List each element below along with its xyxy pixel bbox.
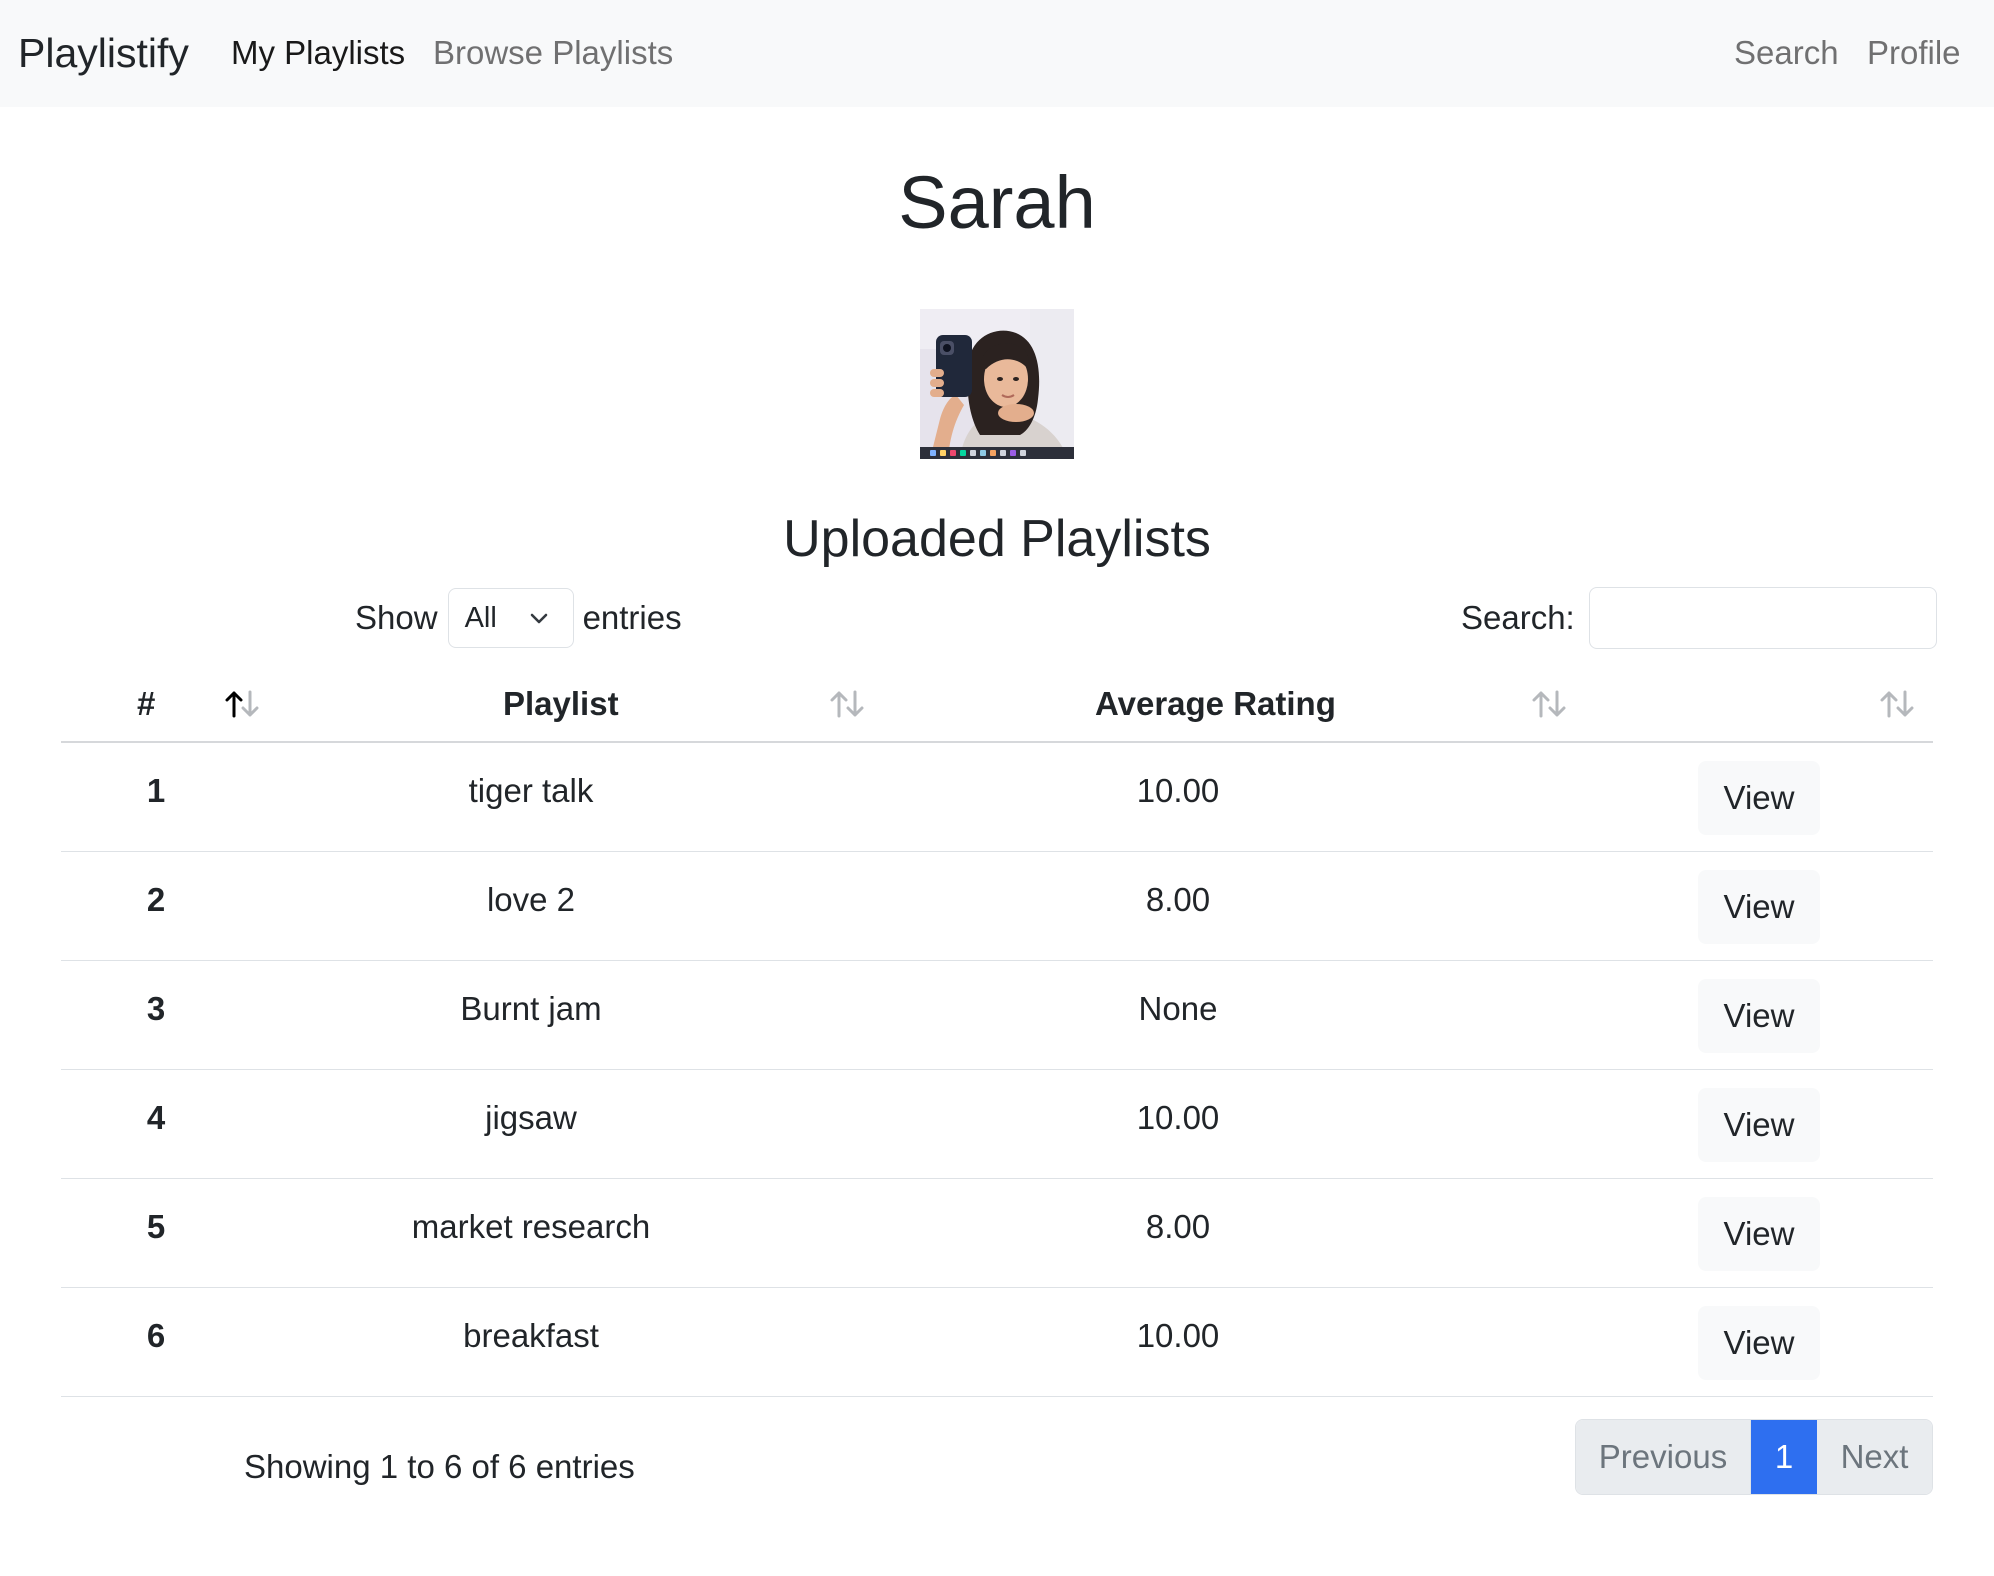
entries-select-value: All (464, 602, 497, 634)
navbar: Playlistify My Playlists Browse Playlist… (0, 0, 1994, 107)
nav-browse-playlists[interactable]: Browse Playlists (433, 31, 673, 75)
brand-logo[interactable]: Playlistify (18, 26, 189, 80)
row-number: 6 (146, 1317, 166, 1354)
table-row: 5 market research 8.00 View (61, 1179, 1933, 1288)
row-average-rating: None (1138, 990, 1218, 1027)
table-row: 3 Burnt jam None View (61, 961, 1933, 1070)
playlists-table: # Playlist Average Rating 1 tiger talk 1… (61, 667, 1933, 1397)
row-playlist-name: tiger talk (468, 772, 594, 809)
chevron-down-icon (530, 613, 547, 624)
row-playlist-name: breakfast (463, 1317, 599, 1354)
row-number: 1 (146, 772, 166, 809)
sort-both-icon[interactable] (828, 689, 866, 719)
profile-photo (920, 309, 1074, 459)
pagination-next[interactable]: Next (1817, 1420, 1932, 1494)
view-button[interactable]: View (1698, 1306, 1820, 1380)
row-average-rating: 10.00 (1136, 1099, 1220, 1136)
profile-name: Sarah (898, 161, 1096, 244)
sort-both-icon[interactable] (1878, 689, 1916, 719)
avatar (920, 309, 1074, 459)
row-playlist-name: love 2 (486, 881, 576, 918)
table-row: 4 jigsaw 10.00 View (61, 1070, 1933, 1179)
row-number: 4 (146, 1099, 166, 1136)
row-average-rating: 8.00 (1145, 1208, 1211, 1245)
table-row: 2 love 2 8.00 View (61, 852, 1933, 961)
row-playlist-name: jigsaw (485, 1099, 577, 1136)
header-number[interactable]: # (137, 683, 155, 725)
section-title: Uploaded Playlists (783, 510, 1211, 568)
search-label: Search: (1461, 599, 1575, 636)
table-row: 1 tiger talk 10.00 View (61, 743, 1933, 852)
length-control: Show All entries (355, 587, 682, 649)
table-info: Showing 1 to 6 of 6 entries (244, 1448, 635, 1485)
table-row: 6 breakfast 10.00 View (61, 1288, 1933, 1397)
show-label: Show (355, 599, 438, 636)
pagination-page-current[interactable]: 1 (1751, 1420, 1817, 1494)
view-button[interactable]: View (1698, 979, 1820, 1053)
table-search-input[interactable] (1588, 587, 1937, 649)
nav-my-playlists[interactable]: My Playlists (231, 31, 405, 75)
header-average-rating[interactable]: Average Rating (1095, 683, 1336, 725)
entries-label: entries (582, 599, 682, 636)
row-playlist-name: Burnt jam (460, 990, 602, 1027)
row-average-rating: 8.00 (1145, 881, 1211, 918)
row-average-rating: 10.00 (1136, 1317, 1220, 1354)
sort-both-icon[interactable] (1530, 689, 1568, 719)
row-average-rating: 10.00 (1136, 772, 1220, 809)
table-header: # Playlist Average Rating (61, 667, 1933, 743)
nav-search[interactable]: Search (1734, 31, 1839, 75)
header-playlist[interactable]: Playlist (503, 683, 619, 725)
nav-profile[interactable]: Profile (1867, 31, 1961, 75)
view-button[interactable]: View (1698, 870, 1820, 944)
row-number: 3 (146, 990, 166, 1027)
entries-select[interactable]: All (447, 588, 574, 648)
row-number: 5 (146, 1208, 166, 1245)
row-number: 2 (146, 881, 166, 918)
sort-ascending-icon[interactable] (223, 689, 261, 719)
row-playlist-name: market research (411, 1208, 651, 1245)
view-button[interactable]: View (1698, 761, 1820, 835)
pagination: Previous 1 Next (1575, 1419, 1933, 1495)
view-button[interactable]: View (1698, 1088, 1820, 1162)
view-button[interactable]: View (1698, 1197, 1820, 1271)
pagination-previous[interactable]: Previous (1576, 1420, 1751, 1494)
search-control: Search: (1461, 587, 1937, 649)
